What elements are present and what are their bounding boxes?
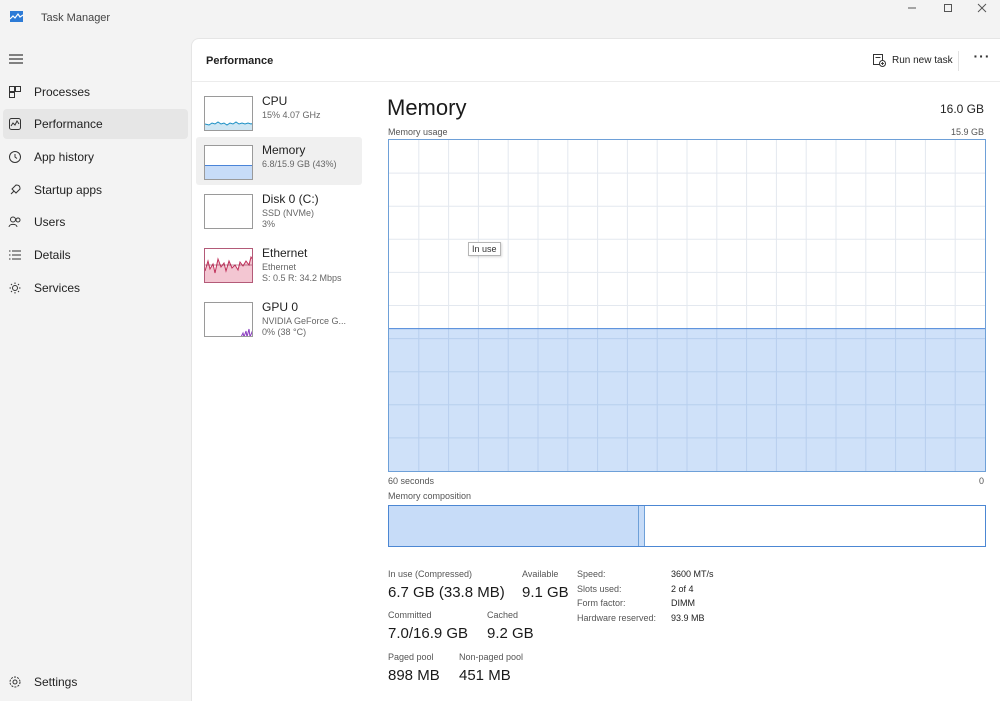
device-name-memory: Memory: [262, 143, 306, 157]
memory-usage-max: 15.9 GB: [950, 127, 984, 137]
page-title: Performance: [206, 55, 274, 67]
window-title: Task Manager: [41, 12, 111, 24]
more-options-button[interactable]: ···: [967, 48, 997, 70]
nav-label-services: Services: [34, 281, 81, 295]
stat-nonpaged-pool-value: 451 MB: [459, 667, 511, 684]
device-name-disk: Disk 0 (C:): [262, 192, 319, 206]
hamburger-menu-icon[interactable]: [9, 53, 23, 65]
nav-item-app-history[interactable]: App history: [3, 142, 188, 172]
nav-item-processes[interactable]: Processes: [3, 77, 188, 107]
graph-time-end-label: 0: [978, 476, 984, 486]
spec-slots-label: Slots used:: [577, 584, 622, 594]
stat-committed-label: Committed: [388, 610, 432, 620]
left-navigation: Processes Performance App history Startu…: [0, 38, 191, 701]
device-gpu[interactable]: GPU 0 NVIDIA GeForce G... 0% (38 °C): [196, 294, 362, 342]
memory-composition-label: Memory composition: [388, 491, 472, 501]
spec-speed-label: Speed:: [577, 569, 606, 579]
device-detail-memory: 6.8/15.9 GB (43%): [262, 159, 337, 169]
close-icon: [977, 3, 987, 13]
performance-page: Performance Run new task ··· CPU 15% 4.0…: [191, 38, 1000, 701]
nav-item-startup-apps[interactable]: Startup apps: [3, 175, 188, 205]
memory-thumbnail-graph: [204, 145, 253, 180]
device-name-cpu: CPU: [262, 94, 288, 108]
stat-available-label: Available: [522, 569, 559, 579]
nav-label-performance: Performance: [34, 117, 103, 131]
spec-hardware-reserved-label: Hardware reserved:: [577, 613, 657, 623]
device-ethernet[interactable]: Ethernet Ethernet S: 0.5 R: 34.2 Mbps: [196, 240, 362, 288]
memory-usage-graph: [388, 139, 986, 472]
device-cpu[interactable]: CPU 15% 4.07 GHz: [196, 88, 362, 136]
task-manager-app-icon: [10, 11, 23, 22]
nav-label-startup-apps: Startup apps: [34, 183, 103, 197]
nav-label-details: Details: [34, 248, 71, 262]
graph-time-start-label: 60 seconds: [388, 476, 435, 486]
composition-modified-segment: [639, 506, 646, 546]
in-use-tooltip: In use: [468, 242, 501, 256]
stat-in-use-value: 6.7 GB (33.8 MB): [388, 584, 505, 601]
composition-in-use-segment: [389, 506, 640, 546]
performance-icon: [9, 118, 21, 130]
stat-available-value: 9.1 GB: [522, 584, 569, 601]
device-name-gpu: GPU 0: [262, 300, 299, 314]
nav-item-details[interactable]: Details: [3, 240, 188, 270]
maximize-icon: [944, 4, 952, 12]
stat-cached-value: 9.2 GB: [487, 625, 534, 642]
run-new-task-label: Run new task: [892, 55, 953, 66]
memory-usage-label: Memory usage: [388, 127, 448, 137]
startup-apps-icon: [10, 184, 21, 195]
minimize-icon: [908, 7, 916, 9]
settings-gear-icon: [9, 676, 21, 688]
stat-committed-value: 7.0/16.9 GB: [388, 625, 469, 642]
device-detail-gpu-model: NVIDIA GeForce G...: [262, 316, 347, 326]
nav-label-settings: Settings: [34, 675, 78, 689]
device-detail-ethernet-name: Ethernet: [262, 262, 297, 272]
device-detail-ethernet-throughput: S: 0.5 R: 34.2 Mbps: [262, 273, 342, 283]
users-icon: [8, 216, 21, 228]
ethernet-thumbnail-graph: [204, 248, 253, 283]
page-header: Performance Run new task ···: [192, 39, 1000, 82]
stat-nonpaged-pool-label: Non-paged pool: [459, 652, 524, 662]
device-disk[interactable]: Disk 0 (C:) SSD (NVMe) 3%: [196, 186, 362, 234]
disk-thumbnail-graph: [204, 194, 253, 229]
gpu-thumbnail-graph: [204, 302, 253, 337]
spec-form-factor-label: Form factor:: [577, 598, 626, 608]
services-icon: [9, 282, 21, 294]
app-history-icon: [9, 151, 21, 163]
nav-item-performance[interactable]: Performance: [3, 109, 188, 139]
cpu-thumbnail-graph: [204, 96, 253, 131]
nav-label-processes: Processes: [34, 85, 91, 99]
run-task-icon: [873, 54, 886, 67]
device-detail-disk-usage: 3%: [262, 219, 276, 229]
processes-icon: [9, 86, 21, 98]
memory-composition-bar: [388, 505, 986, 547]
device-detail-cpu: 15% 4.07 GHz: [262, 110, 321, 120]
memory-total: 16.0 GB: [939, 102, 984, 116]
nav-label-users: Users: [34, 215, 66, 229]
stat-paged-pool-label: Paged pool: [388, 652, 434, 662]
device-detail-gpu-usage: 0% (38 °C): [262, 327, 307, 337]
spec-speed-value: 3600 MT/s: [671, 569, 714, 579]
nav-item-settings[interactable]: Settings: [3, 667, 188, 697]
device-detail-disk-type: SSD (NVMe): [262, 208, 315, 218]
spec-hardware-reserved-value: 93.9 MB: [671, 613, 705, 623]
nav-label-app-history: App history: [34, 150, 95, 164]
device-name-ethernet: Ethernet: [262, 246, 308, 260]
minimize-button[interactable]: [892, 0, 932, 20]
nav-item-users[interactable]: Users: [3, 207, 188, 237]
header-divider: [958, 51, 959, 71]
details-icon: [9, 250, 21, 260]
spec-form-factor-value: DIMM: [671, 598, 695, 608]
close-button[interactable]: [962, 0, 1000, 20]
stat-in-use-label: In use (Compressed): [388, 569, 473, 579]
device-memory[interactable]: Memory 6.8/15.9 GB (43%): [196, 137, 362, 185]
nav-item-services[interactable]: Services: [3, 273, 188, 303]
memory-heading: Memory: [387, 95, 467, 120]
title-bar: Task Manager: [0, 0, 1000, 38]
stat-paged-pool-value: 898 MB: [388, 667, 440, 684]
stat-cached-label: Cached: [487, 610, 519, 620]
spec-slots-value: 2 of 4: [671, 584, 694, 594]
